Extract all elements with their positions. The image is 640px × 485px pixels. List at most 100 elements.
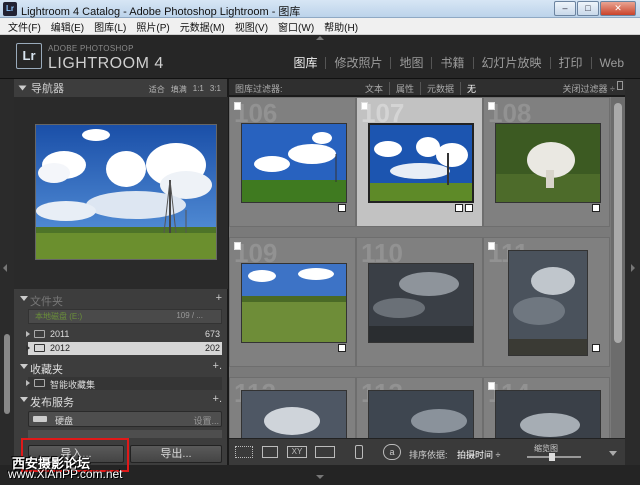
add-folder-icon[interactable]: + <box>216 292 222 304</box>
add-collection-icon[interactable]: +. <box>213 360 222 372</box>
right-panel-edge <box>625 79 640 465</box>
menu-metadata[interactable]: 元数据(M) <box>175 19 230 34</box>
collapse-left-panel-icon[interactable] <box>3 264 7 272</box>
left-panel: 导航器 适合 填满 1:1 3:1 文件夹 + 本地磁盘 (E:) 109 / … <box>14 79 228 465</box>
close-filters-dropdown[interactable]: 关闭过滤器 ÷ <box>563 82 615 95</box>
filter-tab-text[interactable]: 文本 <box>359 82 389 95</box>
volume-row[interactable]: 本地磁盘 (E:) 109 / ... <box>28 309 222 324</box>
collapse-right-panel-icon[interactable] <box>631 264 635 272</box>
grid-scrollbar-thumb[interactable] <box>614 103 622 343</box>
module-library[interactable]: 图库 <box>285 57 325 69</box>
compare-view-icon[interactable]: XY <box>287 446 307 458</box>
filter-tab-attribute[interactable]: 属性 <box>389 82 420 95</box>
maximize-button[interactable]: □ <box>577 1 599 16</box>
expand-triangle-icon <box>20 296 28 301</box>
export-button[interactable]: 导出... <box>130 445 222 463</box>
menu-help[interactable]: 帮助(H) <box>319 19 363 34</box>
menu-view[interactable]: 视图(V) <box>230 19 273 34</box>
folders-header[interactable]: 文件夹 + <box>14 291 228 308</box>
expand-arrow-icon[interactable] <box>26 345 30 351</box>
loupe-view-icon[interactable] <box>262 446 278 458</box>
toolbar-menu-chevron-icon[interactable] <box>609 451 617 456</box>
collections-title: 收藏夹 <box>30 364 63 376</box>
photo-thumbnail[interactable] <box>495 123 601 203</box>
module-web[interactable]: Web <box>590 57 632 69</box>
photo-thumbnail[interactable] <box>368 263 474 343</box>
nav-fill[interactable]: 填满 <box>171 84 187 95</box>
add-publish-service-icon[interactable]: +. <box>213 393 222 405</box>
navigator-title: 导航器 <box>31 83 64 95</box>
hard-drive-service[interactable]: 硬盘 设置... <box>28 411 222 427</box>
grid-cell[interactable]: 111 <box>483 237 610 367</box>
collection-row[interactable]: 智能收藏集 <box>26 377 222 390</box>
lock-icon[interactable] <box>617 81 623 90</box>
module-book[interactable]: 书籍 <box>431 57 472 69</box>
grid-cell[interactable]: 112 <box>229 377 356 438</box>
flag-icon[interactable] <box>488 242 495 250</box>
survey-view-icon[interactable] <box>315 446 335 458</box>
module-print[interactable]: 打印 <box>549 57 591 69</box>
menu-photo[interactable]: 照片(P) <box>131 19 174 34</box>
grid-cell-selected[interactable]: 107 <box>356 97 483 227</box>
left-panel-scrollbar[interactable] <box>4 334 10 414</box>
grid-cell[interactable]: 110 <box>356 237 483 367</box>
expand-arrow-icon[interactable] <box>26 331 30 337</box>
grid-cell[interactable]: 106 <box>229 97 356 227</box>
menu-file[interactable]: 文件(F) <box>3 19 46 34</box>
flag-icon[interactable] <box>488 382 495 390</box>
grid-cell[interactable]: 109 <box>229 237 356 367</box>
folder-row-selected[interactable]: 2012 202 <box>26 342 222 355</box>
grid-cell[interactable]: 108 <box>483 97 610 227</box>
module-map[interactable]: 地图 <box>390 57 431 69</box>
nav-3to1[interactable]: 3:1 <box>210 84 221 95</box>
menu-window[interactable]: 窗口(W) <box>273 19 319 34</box>
nav-fit[interactable]: 适合 <box>149 84 165 95</box>
photo-thumbnail[interactable] <box>368 390 474 438</box>
photo-thumbnail[interactable] <box>241 123 347 203</box>
bottom-toolbar: XY a 排序依据: 拍摄时间 ÷ 缩览图 <box>229 438 625 465</box>
thumbnail-size-slider[interactable] <box>527 453 581 461</box>
slider-thumb[interactable] <box>548 453 555 461</box>
sort-dropdown[interactable]: 拍摄时间 ÷ <box>457 448 500 461</box>
filter-tab-metadata[interactable]: 元数据 <box>420 82 460 95</box>
publish-services-header[interactable]: 发布服务 +. <box>14 392 228 409</box>
left-panel-edge <box>0 79 14 465</box>
menu-library[interactable]: 图库(L) <box>89 19 131 34</box>
photo-thumbnail[interactable] <box>368 123 474 203</box>
menu-edit[interactable]: 编辑(E) <box>46 19 89 34</box>
flag-icon[interactable] <box>361 102 368 110</box>
module-slideshow[interactable]: 幻灯片放映 <box>472 57 550 69</box>
collections-header[interactable]: 收藏夹 +. <box>14 359 228 376</box>
painter-icon[interactable] <box>355 445 363 459</box>
folder-count: 673 <box>204 329 220 339</box>
grid-view-icon[interactable] <box>235 446 253 458</box>
brand-subtitle: ADOBE PHOTOSHOP <box>48 44 134 53</box>
menu-bar: 文件(F) 编辑(E) 图库(L) 照片(P) 元数据(M) 视图(V) 窗口(… <box>0 18 640 35</box>
edit-badge-icon <box>592 204 600 212</box>
library-filter-bar: 图库过滤器: 文本 属性 元数据 无 关闭过滤器 ÷ <box>229 79 625 96</box>
filter-tab-none[interactable]: 无 <box>460 82 482 95</box>
grid-scrollbar[interactable] <box>611 97 625 438</box>
publish-service-row[interactable] <box>28 430 222 438</box>
photo-thumbnail[interactable] <box>508 250 588 356</box>
metadata-badge-icon <box>455 204 463 212</box>
folder-row[interactable]: 2011 673 <box>26 328 222 341</box>
photo-thumbnail[interactable] <box>495 390 601 438</box>
flag-icon[interactable] <box>234 102 241 110</box>
collapse-filmstrip-icon[interactable] <box>316 475 324 479</box>
sort-direction-icon[interactable]: a <box>383 444 401 460</box>
close-window-button[interactable]: ✕ <box>600 1 636 16</box>
module-develop[interactable]: 修改照片 <box>325 57 390 69</box>
setup-link[interactable]: 设置... <box>193 414 219 427</box>
nav-1to1[interactable]: 1:1 <box>193 84 204 95</box>
expand-arrow-icon[interactable] <box>26 380 30 386</box>
photo-thumbnail[interactable] <box>241 390 347 438</box>
grid-cell[interactable]: 114 <box>483 377 610 438</box>
photo-thumbnail[interactable] <box>241 263 347 343</box>
flag-icon[interactable] <box>488 102 495 110</box>
minimize-button[interactable]: – <box>554 1 576 16</box>
navigator-preview-image[interactable] <box>35 124 217 260</box>
flag-icon[interactable] <box>234 242 241 250</box>
grid-cell[interactable]: 113 <box>356 377 483 438</box>
collapse-top-panel-icon[interactable] <box>316 36 324 40</box>
